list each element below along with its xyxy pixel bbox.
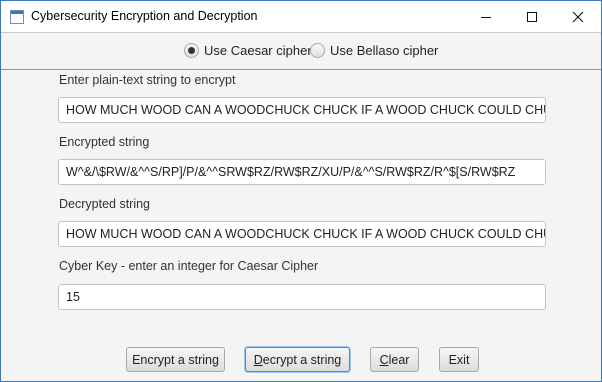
caesar-cipher-label: Use Caesar cipher (204, 43, 312, 58)
encrypted-label: Encrypted string (59, 135, 150, 149)
plain-text-input[interactable]: HOW MUCH WOOD CAN A WOODCHUCK CHUCK IF A… (58, 97, 546, 123)
maximize-button[interactable] (509, 1, 555, 32)
main-panel: Enter plain-text string to encrypt HOW M… (1, 70, 601, 381)
radio-selected-icon (184, 43, 199, 58)
minimize-icon (480, 11, 492, 23)
bellaso-cipher-label: Use Bellaso cipher (330, 43, 439, 58)
cyber-key-label: Cyber Key - enter an integer for Caesar … (59, 259, 319, 273)
decrypt-button[interactable]: Decrypt a string (245, 347, 350, 372)
radio-unselected-icon (310, 43, 325, 58)
plain-text-label: Enter plain-text string to encrypt (59, 73, 236, 87)
cipher-selector: Use Caesar cipher Use Bellaso cipher (1, 32, 601, 70)
clear-button-label: lear (388, 352, 410, 367)
close-icon (572, 11, 584, 23)
decrypted-label: Decrypted string (59, 197, 151, 211)
decrypt-button-label: ecrypt a string (262, 352, 342, 367)
close-button[interactable] (555, 1, 601, 32)
bellaso-cipher-radio[interactable]: Use Bellaso cipher (310, 43, 438, 58)
encrypt-button-label: Encrypt a string (132, 352, 219, 367)
minimize-button[interactable] (463, 1, 509, 32)
encrypt-button[interactable]: Encrypt a string (126, 347, 225, 372)
decrypted-output[interactable]: HOW MUCH WOOD CAN A WOODCHUCK CHUCK IF A… (58, 221, 546, 247)
decrypt-button-mnemonic: D (253, 352, 263, 367)
radio-dot (188, 47, 195, 54)
app-icon (10, 10, 24, 24)
window-title: Cybersecurity Encryption and Decryption (31, 9, 258, 23)
clear-button-mnemonic: C (379, 352, 389, 367)
exit-button[interactable]: Exit (439, 347, 479, 372)
cyber-key-input[interactable]: 15 (58, 284, 546, 310)
clear-button[interactable]: Clear (370, 347, 419, 372)
title-bar[interactable]: Cybersecurity Encryption and Decryption (1, 1, 601, 32)
app-window: Cybersecurity Encryption and Decryption … (0, 0, 602, 382)
exit-button-label: Exit (448, 352, 470, 367)
encrypted-output[interactable]: W^&/\$RW/&^^S/RP]/P/&^^SRW$RZ/RW$RZ/XU/P… (58, 159, 546, 185)
maximize-icon (526, 11, 538, 23)
caesar-cipher-radio[interactable]: Use Caesar cipher (184, 43, 312, 58)
